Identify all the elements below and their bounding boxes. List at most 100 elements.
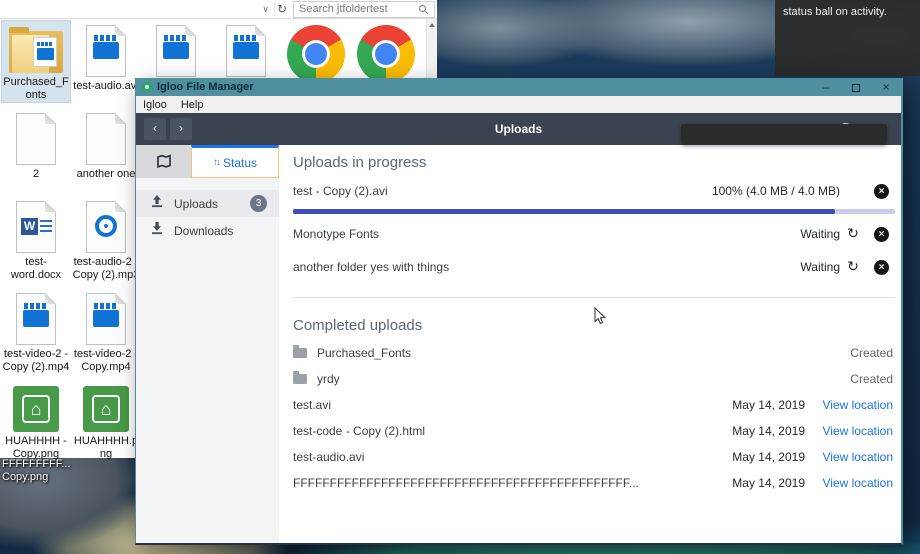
map-icon <box>156 154 172 169</box>
view-location-link[interactable]: View location <box>805 476 893 490</box>
image-file-icon <box>13 386 59 432</box>
upload-status: Waiting <box>800 260 840 274</box>
upload-status: Waiting <box>800 227 840 241</box>
minimize-button[interactable]: – <box>811 78 841 96</box>
menu-help[interactable]: Help <box>174 99 211 111</box>
completed-name: FFFFFFFFFFFFFFFFFFFFFFFFFFFFFFFFFFFFFFFF… <box>293 476 717 490</box>
completed-row: test-audio.avi May 14, 2019View location <box>293 444 895 470</box>
desktop-icon-label: test-audio.avi <box>73 80 138 93</box>
chrome-icon <box>287 25 345 83</box>
retry-icon[interactable]: ↻ <box>847 258 859 274</box>
upload-date: May 14, 2019 <box>727 450 805 464</box>
view-location-link[interactable]: View location <box>805 398 893 412</box>
download-icon <box>149 220 165 241</box>
sidebar-item-uploads[interactable]: Uploads3 <box>136 190 279 217</box>
section-heading-in-progress: Uploads in progress <box>293 154 895 171</box>
cancel-button[interactable]: × <box>874 184 889 199</box>
close-button[interactable]: × <box>871 78 901 96</box>
sort-icon: ↑↓ <box>213 157 219 168</box>
popup-overlay <box>681 124 887 144</box>
explorer-icon-row: test-video-2 - Copy (2).mp4test-video-2 … <box>2 289 142 374</box>
video-file-icon <box>86 293 126 345</box>
tab-status[interactable]: ↑↓ Status <box>191 145 279 178</box>
upload-date: May 14, 2019 <box>727 424 805 438</box>
view-location-link[interactable]: View location <box>805 424 893 438</box>
desktop-icon-label: HUAHHHH.png <box>72 435 140 461</box>
desktop-icon[interactable]: 2 <box>2 109 70 181</box>
desktop-icon-label: another one <box>77 168 136 181</box>
address-bar[interactable]: ∨ ↻ <box>0 0 293 18</box>
chevron-down-icon[interactable]: ∨ <box>257 4 274 15</box>
divider <box>293 297 895 298</box>
igloo-titlebar[interactable]: Igloo File Manager – × <box>136 78 901 96</box>
word-file-icon: W <box>16 201 56 253</box>
desktop-icon[interactable]: test-audio-2 - Copy (2).mp3 <box>72 197 140 282</box>
desktop-icon-label: test-video-2 - Copy.mp4 <box>72 348 140 374</box>
scroll-up-icon[interactable] <box>429 23 435 27</box>
upload-row: Monotype FontsWaiting ↻ × <box>293 221 895 247</box>
upload-date: May 14, 2019 <box>727 398 805 412</box>
completed-name: test-audio.avi <box>293 450 717 464</box>
film-clapper-icon <box>24 303 48 309</box>
desktop-icon[interactable]: test-audio.avi <box>72 21 140 102</box>
refresh-icon[interactable]: ↻ <box>274 2 293 16</box>
igloo-logo-icon <box>142 82 152 92</box>
completed-row: test.aviMay 14, 2019View location <box>293 392 895 418</box>
folder-icon <box>293 374 307 384</box>
tab-files[interactable] <box>136 145 191 178</box>
nav-bar: ‹ › Uploads <box>136 113 901 145</box>
tab-status-label: Status <box>223 156 257 170</box>
desktop-icon[interactable]: test-video-2 - Copy.mp4 <box>72 289 140 374</box>
folder-icon <box>9 31 63 73</box>
mouse-cursor <box>594 307 607 326</box>
upload-date: May 14, 2019 <box>727 476 805 490</box>
image-file-icon <box>83 386 129 432</box>
desktop-icon[interactable]: test-video-2 - Copy (2).mp4 <box>2 289 70 374</box>
explorer-icon-row: Wtest-word.docxtest-audio-2 - Copy (2).m… <box>2 197 142 282</box>
video-file-icon <box>16 293 56 345</box>
desktop-icon[interactable]: Purchased_Fonts <box>2 21 70 102</box>
chrome-icon <box>357 25 415 83</box>
main-content: Uploads in progress test - Copy (2).avi1… <box>279 145 901 543</box>
upload-row: another folder yes with thingsWaiting ↻ × <box>293 254 895 280</box>
desktop-icon-label: Purchased_Fonts <box>2 76 70 102</box>
sidebar-item-label: Uploads <box>174 197 250 211</box>
cancel-button[interactable]: × <box>874 260 889 275</box>
retry-icon[interactable]: ↻ <box>847 225 859 241</box>
status-tooltip: status ball on activity. <box>775 0 920 76</box>
igloo-window: Igloo File Manager – × Igloo Help ‹ › Up… <box>135 78 903 545</box>
search-input[interactable]: Search jtfoldertest <box>293 1 435 18</box>
film-clapper-icon <box>164 35 188 41</box>
view-location-link[interactable]: View location <box>805 450 893 464</box>
upload-name: Monotype Fonts <box>293 227 800 241</box>
cancel-button[interactable]: × <box>874 227 889 242</box>
folder-icon <box>293 348 307 358</box>
video-file-icon <box>226 25 266 77</box>
created-label: Created <box>850 372 893 386</box>
blank-file-icon <box>16 113 56 165</box>
upload-name: test - Copy (2).avi <box>293 184 712 198</box>
maximize-button[interactable] <box>841 78 871 96</box>
desktop-icon[interactable]: HUAHHHH.png <box>72 377 140 461</box>
created-label: Created <box>850 346 893 360</box>
desktop-icon[interactable]: another one <box>72 109 140 181</box>
search-placeholder: Search jtfoldertest <box>299 3 418 15</box>
desktop-icon-label: test-video-2 - Copy (2).mp4 <box>2 348 70 374</box>
upload-name: another folder yes with things <box>293 260 800 274</box>
explorer-toolbar: ∨ ↻ Search jtfoldertest <box>0 0 437 19</box>
sidebar: ↑↓ Status Uploads3Downloads <box>136 145 279 543</box>
window-title: Igloo File Manager <box>157 81 811 93</box>
audio-file-icon <box>86 201 126 253</box>
video-file-icon <box>156 25 196 77</box>
completed-row: yrdyCreated <box>293 366 895 392</box>
film-clapper-icon <box>94 35 118 41</box>
completed-name: test-code - Copy (2).html <box>293 424 717 438</box>
menu-igloo[interactable]: Igloo <box>136 99 174 111</box>
sidebar-item-downloads[interactable]: Downloads <box>136 217 279 244</box>
upload-status: 100% (4.0 MB / 4.0 MB) <box>712 184 840 198</box>
video-file-icon <box>86 25 126 77</box>
explorer-icon-row: HUAHHHH - Copy.pngHUAHHHH.png <box>2 377 142 461</box>
desktop-icon[interactable]: HUAHHHH - Copy.png <box>2 377 70 461</box>
desktop-icon[interactable]: Wtest-word.docx <box>2 197 70 282</box>
desktop-icon-label[interactable]: FFFFFFFFF... Copy.png <box>2 458 92 484</box>
